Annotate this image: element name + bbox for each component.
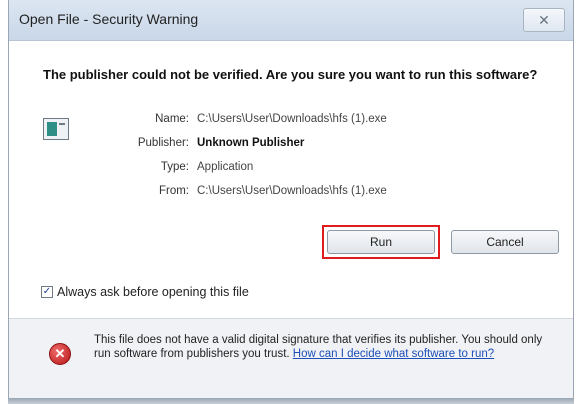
publisher-label: Publisher: [137,137,189,149]
window-title: Open File - Security Warning [19,11,199,27]
titlebar: Open File - Security Warning ✕ [9,0,573,41]
warning-message: This file does not have a valid digital … [94,333,554,361]
from-label: From: [158,185,189,197]
warning-footer: ✕ This file does not have a valid digita… [9,318,573,403]
cancel-button[interactable]: Cancel [451,230,559,254]
always-ask-row: ✓ Always ask before opening this file [41,283,249,301]
always-ask-label[interactable]: Always ask before opening this file [57,285,249,299]
close-button[interactable]: ✕ [523,8,565,32]
type-value: Application [197,161,254,173]
help-link[interactable]: How can I decide what software to run? [293,348,494,360]
name-value: C:\Users\User\Downloads\hfs (1).exe [197,113,387,125]
publisher-value: Unknown Publisher [197,137,305,149]
from-value: C:\Users\User\Downloads\hfs (1).exe [197,185,387,197]
from-row: From: [9,183,189,199]
publisher-row: Publisher: [9,135,189,151]
name-label: Name: [155,113,189,125]
run-button[interactable]: Run [327,230,435,254]
warning-headline: The publisher could not be verified. Are… [43,67,538,82]
type-label: Type: [160,161,189,173]
type-row: Type: [9,159,189,175]
shield-x-icon: ✕ [49,343,71,365]
close-icon: ✕ [538,11,550,28]
window-bottom-edge [8,398,574,404]
security-warning-dialog: Open File - Security Warning ✕ The publi… [8,0,574,403]
always-ask-checkbox[interactable]: ✓ [41,286,53,298]
name-row: Name: [9,111,189,127]
dialog-content: The publisher could not be verified. Are… [9,41,573,317]
